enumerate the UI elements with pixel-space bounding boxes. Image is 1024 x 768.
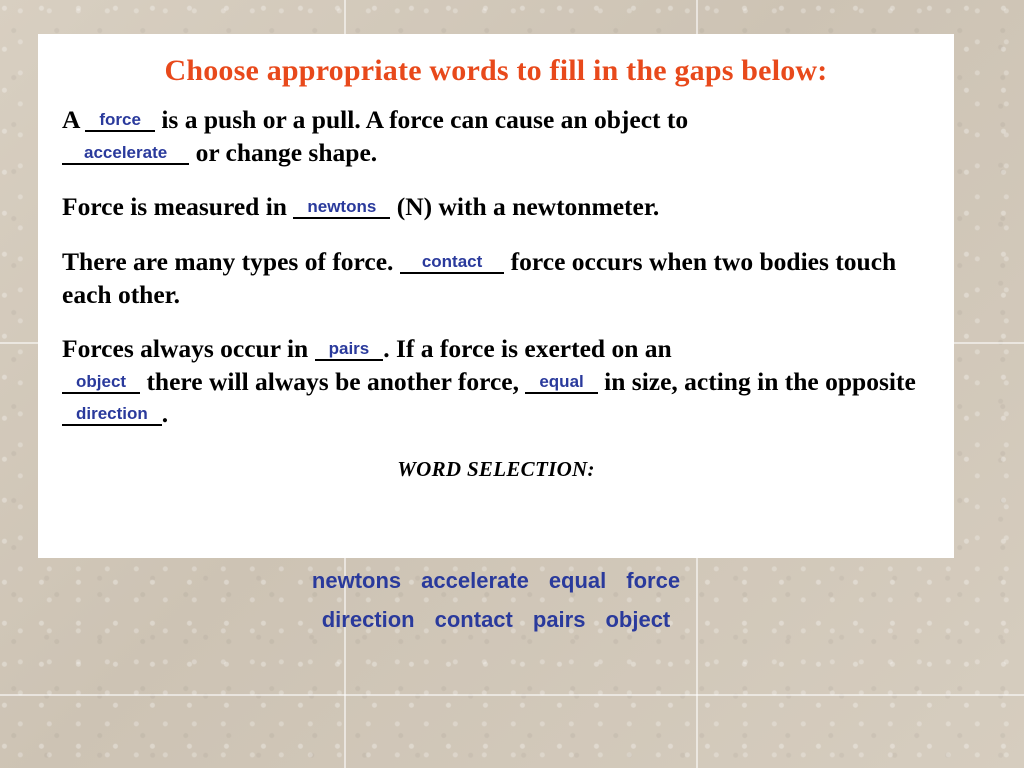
word-bank-item-contact[interactable]: contact	[435, 601, 513, 640]
paragraph-4-text-1: Forces always occur in	[62, 334, 309, 364]
word-bank-item-equal[interactable]: equal	[549, 562, 606, 601]
answer-blank-pairs[interactable]: pairs	[314, 339, 384, 362]
paragraph-3: There are many types of force. contact f…	[62, 246, 930, 311]
paragraph-2-text-2: (N) with a newtonmeter.	[396, 192, 660, 222]
paragraph-1: A force is a push or a pull. A force can…	[62, 104, 930, 169]
page-title: Choose appropriate words to fill in the …	[164, 54, 828, 87]
content-card: Choose appropriate words to fill in the …	[38, 34, 954, 558]
answer-blank-force[interactable]: force	[85, 110, 155, 132]
answer-blank-accelerate[interactable]: accelerate	[62, 142, 190, 165]
word-bank-item-accelerate[interactable]: accelerate	[421, 562, 529, 601]
word-bank-item-newtons[interactable]: newtons	[312, 562, 401, 601]
paragraph-1-text-2: is a push or a pull. A force can cause a…	[161, 105, 689, 134]
word-bank-item-force[interactable]: force	[626, 562, 680, 601]
paragraph-1-text-3: or change shape.	[195, 137, 378, 167]
word-bank-row-2: direction contact pairs object	[38, 601, 954, 640]
word-bank-row-1: newtons accelerate equal force	[38, 562, 954, 601]
answer-blank-newtons[interactable]: newtons	[293, 197, 391, 220]
paragraph-3-text-1: There are many types of force.	[62, 246, 394, 276]
word-selection-heading: WORD SELECTION:	[397, 457, 595, 481]
paragraph-2-text-1: Force is measured in	[62, 192, 287, 222]
paragraph-4-text-4: in size, acting in the opposite	[604, 366, 916, 396]
paragraph-4-text-2: . If a force is exerted on an	[383, 334, 672, 364]
exercise-body: A force is a push or a pull. A force can…	[38, 104, 954, 431]
answer-blank-direction[interactable]: direction	[62, 404, 162, 427]
answer-blank-equal[interactable]: equal	[525, 371, 598, 394]
paragraph-4: Forces always occur in pairs. If a force…	[62, 333, 930, 431]
paragraph-2: Force is measured in newtons (N) with a …	[62, 191, 930, 224]
answer-blank-contact[interactable]: contact	[399, 251, 505, 274]
word-bank: newtons accelerate equal force direction con…	[38, 562, 954, 639]
paragraph-4-text-5: .	[161, 399, 169, 429]
answer-blank-object[interactable]: object	[62, 371, 141, 394]
word-bank-item-pairs[interactable]: pairs	[533, 601, 586, 640]
word-bank-item-direction[interactable]: direction	[322, 601, 415, 640]
word-bank-item-object[interactable]: object	[605, 601, 670, 640]
paragraph-4-text-3: there will always be another force,	[146, 366, 519, 396]
paragraph-1-text-1: A	[62, 105, 80, 134]
